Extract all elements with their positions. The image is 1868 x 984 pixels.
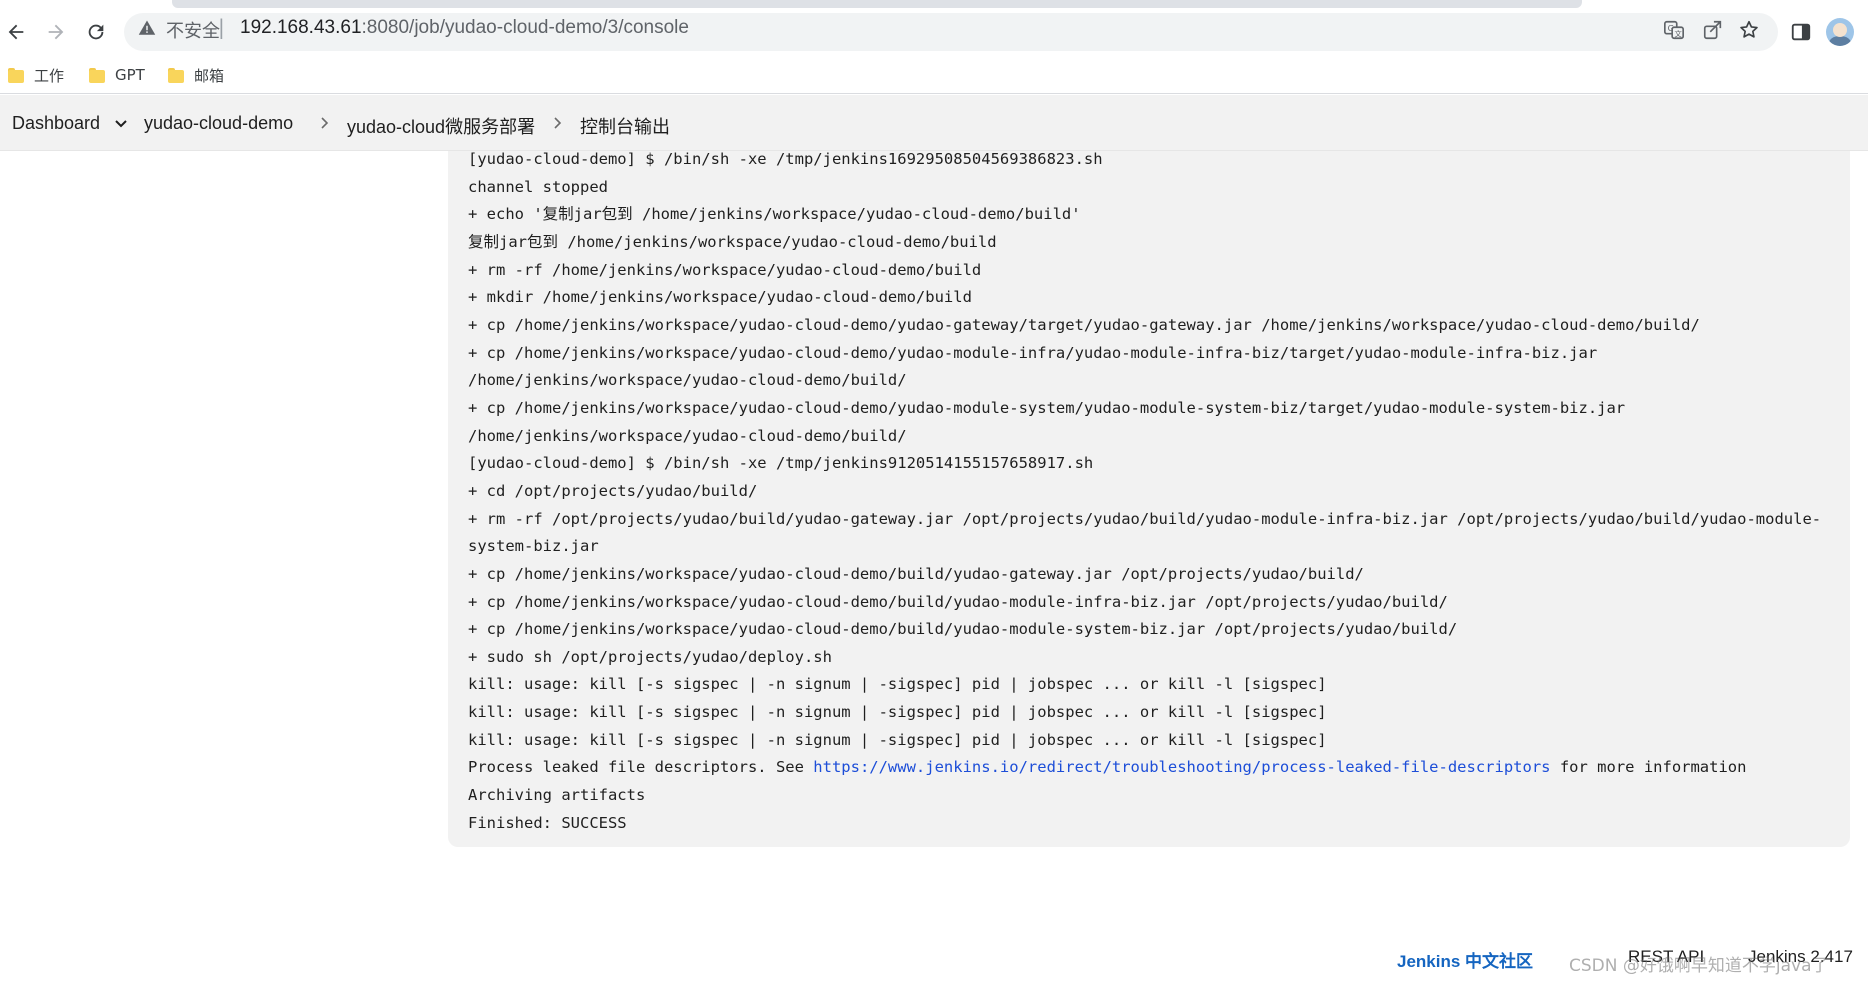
bookmark-label: 工作 — [34, 66, 65, 85]
chevron-down-icon[interactable] — [113, 115, 129, 131]
avatar-body — [1829, 36, 1851, 46]
avatar-face — [1833, 23, 1847, 37]
folder-icon — [168, 67, 184, 83]
console-line: + cp /home/jenkins/workspace/yudao-cloud… — [468, 315, 1700, 334]
security-status-label[interactable]: 不安全 — [166, 17, 220, 43]
console-output: [yudao-cloud-demo] $ /bin/sh -xe /tmp/je… — [448, 151, 1850, 847]
folder-icon — [8, 67, 24, 83]
console-line: + echo '复制jar包到 /home/jenkins/workspace/… — [468, 205, 1081, 224]
console-line: /home/jenkins/workspace/yudao-cloud-demo… — [468, 426, 907, 445]
console-line: 复制jar包到 /home/jenkins/workspace/yudao-cl… — [468, 232, 997, 251]
folder-icon — [89, 67, 105, 83]
forward-arrow-icon — [48, 24, 64, 40]
breadcrumb-dashboard[interactable]: Dashboard — [12, 113, 100, 134]
warning-triangle-icon — [138, 20, 156, 35]
console-line: /home/jenkins/workspace/yudao-cloud-demo… — [468, 371, 907, 390]
address-separator: | — [218, 15, 225, 39]
console-line: [yudao-cloud-demo] $ /bin/sh -xe /tmp/je… — [468, 151, 1103, 168]
console-line: + rm -rf /opt/projects/yudao/build/yudao… — [468, 509, 1822, 528]
back-arrow-icon — [8, 24, 24, 40]
breadcrumb: Dashboard yudao-cloud-demo yudao-cloud微服… — [0, 95, 1868, 151]
profile-avatar[interactable] — [1826, 18, 1854, 46]
archiving-line: Archiving artifacts — [468, 786, 646, 805]
url-path: :8080/job/yudao-cloud-demo/3/console — [361, 17, 689, 38]
chevron-right-icon — [321, 117, 329, 129]
forward-button[interactable] — [40, 16, 72, 48]
bookmark-folder-work[interactable]: 工作 — [8, 64, 64, 86]
console-line: + cp /home/jenkins/workspace/yudao-cloud… — [468, 592, 1448, 611]
leaked-fd-link[interactable]: https://www.jenkins.io/redirect/troubles… — [813, 758, 1550, 776]
breadcrumb-pipeline[interactable]: yudao-cloud微服务部署 — [347, 113, 535, 139]
footer-community-link[interactable]: Jenkins 中文社区 — [1397, 947, 1533, 972]
console-line: + cp /home/jenkins/workspace/yudao-cloud… — [468, 343, 1598, 362]
url-host: 192.168.43.61 — [240, 17, 362, 38]
bookmark-folder-mail[interactable]: 邮箱 — [168, 64, 224, 86]
console-line: kill: usage: kill [-s sigspec | -n signu… — [468, 730, 1327, 749]
bookmark-label: GPT — [115, 66, 145, 84]
console-line: + cp /home/jenkins/workspace/yudao-cloud… — [468, 398, 1626, 417]
back-button[interactable] — [0, 16, 32, 48]
breadcrumb-job[interactable]: yudao-cloud-demo — [144, 113, 293, 134]
url-text[interactable]: 192.168.43.61:8080/job/yudao-cloud-demo/… — [240, 17, 689, 39]
tab-strip-background — [172, 0, 1582, 8]
console-line: + rm -rf /home/jenkins/workspace/yudao-c… — [468, 260, 982, 279]
chevron-right-icon — [554, 117, 562, 129]
reload-button[interactable] — [80, 16, 112, 48]
console-line: [yudao-cloud-demo] $ /bin/sh -xe /tmp/je… — [468, 454, 1094, 473]
translate-icon[interactable]: G文 — [1663, 19, 1685, 41]
console-line: + cp /home/jenkins/workspace/yudao-cloud… — [468, 620, 1458, 639]
svg-text:文: 文 — [1674, 29, 1682, 38]
finished-status: Finished: SUCCESS — [468, 813, 627, 832]
bookmark-label: 邮箱 — [194, 66, 225, 85]
tab-strip — [0, 0, 1868, 8]
bookmark-folder-gpt[interactable]: GPT — [89, 64, 145, 86]
csdn-watermark: CSDN @好饿啊早知道不学java了 — [1569, 956, 1829, 976]
browser-toolbar: 不安全 | 192.168.43.61:8080/job/yudao-cloud… — [0, 8, 1868, 56]
console-line: kill: usage: kill [-s sigspec | -n signu… — [468, 675, 1327, 694]
side-panel-icon[interactable] — [1790, 21, 1812, 43]
share-icon[interactable] — [1702, 19, 1724, 41]
leak-suffix: for more information — [1550, 758, 1747, 777]
console-line: channel stopped — [468, 177, 608, 196]
console-line: + sudo sh /opt/projects/yudao/deploy.sh — [468, 647, 832, 666]
star-bookmark-icon[interactable] — [1738, 19, 1760, 41]
console-line: + mkdir /home/jenkins/workspace/yudao-cl… — [468, 288, 972, 307]
console-text: [yudao-cloud-demo] $ /bin/sh -xe /tmp/je… — [468, 151, 1821, 837]
console-line: kill: usage: kill [-s sigspec | -n signu… — [468, 703, 1327, 722]
leak-prefix: Process leaked file descriptors. See — [468, 758, 814, 777]
console-line: + cp /home/jenkins/workspace/yudao-cloud… — [468, 564, 1364, 583]
bookmarks-bar: 工作 GPT 邮箱 — [0, 56, 1868, 94]
console-line: + cd /opt/projects/yudao/build/ — [468, 481, 758, 500]
reload-icon — [88, 24, 104, 40]
console-line: system-biz.jar — [468, 537, 599, 556]
breadcrumb-console-output[interactable]: 控制台输出 — [580, 113, 670, 139]
console-lines: [yudao-cloud-demo] $ /bin/sh -xe /tmp/je… — [468, 151, 1821, 749]
